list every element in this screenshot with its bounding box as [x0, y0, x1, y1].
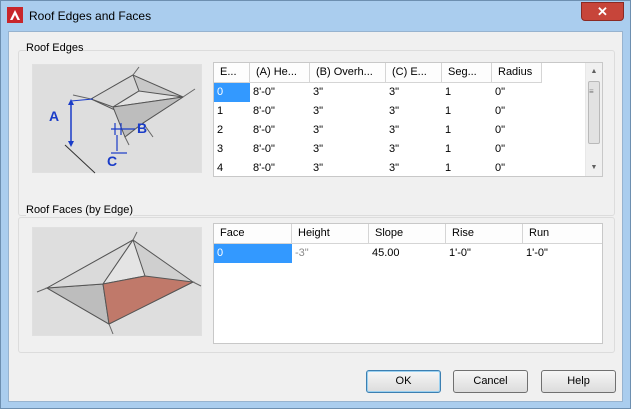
edge-cell[interactable]: 3 [214, 140, 250, 159]
edge-cell[interactable]: 0" [492, 102, 542, 121]
col-slope-header[interactable]: Slope [369, 224, 446, 244]
close-button[interactable]: ✕ [581, 2, 624, 21]
label-a: A [49, 108, 59, 124]
window-title: Roof Edges and Faces [29, 9, 152, 23]
edge-cell[interactable]: 1 [442, 159, 492, 176]
roof-face-diagram [36, 231, 202, 335]
dialog-client-area: Roof Edges A B C E... (A) He... (B) Over… [8, 31, 623, 402]
edge-row[interactable]: 2 8'-0" 3" 3" 1 0" [214, 121, 542, 140]
highlighted-face [102, 275, 195, 325]
col-segments-header[interactable]: Seg... [442, 63, 492, 83]
edge-cell[interactable]: 0" [492, 159, 542, 176]
edge-cell[interactable]: 0" [492, 140, 542, 159]
col-radius-header[interactable]: Radius [492, 63, 542, 83]
col-run-header[interactable]: Run [523, 224, 602, 244]
label-c: C [107, 153, 117, 169]
face-cell[interactable]: 1'-0" [523, 244, 602, 263]
roof-faces-label: Roof Faces (by Edge) [26, 204, 133, 216]
edge-cell[interactable]: 3" [310, 102, 386, 121]
roof-edges-illustration: A B C [32, 64, 202, 174]
edge-cell[interactable]: 8'-0" [250, 83, 310, 102]
roof-faces-grid[interactable]: Face Height Slope Rise Run 0 -3" 45.00 1'-0… [213, 223, 603, 344]
col-edge-header[interactable]: E... [214, 63, 250, 83]
dialog-window: Roof Edges and Faces ✕ Roof Edges A B C … [0, 0, 631, 409]
roof-faces-illustration [32, 227, 202, 336]
edge-cell[interactable]: 8'-0" [250, 140, 310, 159]
edge-cell[interactable]: 0" [492, 121, 542, 140]
roof-edges-grid[interactable]: E... (A) He... (B) Overh... (C) E... Seg… [213, 62, 603, 177]
edge-cell[interactable]: 3" [310, 83, 386, 102]
edge-cell[interactable]: 3" [386, 121, 442, 140]
edge-cell[interactable]: 3" [310, 121, 386, 140]
edge-cell[interactable]: 3" [386, 102, 442, 121]
edge-row[interactable]: 1 8'-0" 3" 3" 1 0" [214, 102, 542, 121]
edge-row[interactable]: 3 8'-0" 3" 3" 1 0" [214, 140, 542, 159]
edge-cell[interactable]: 3" [386, 159, 442, 176]
face-cell[interactable]: 45.00 [369, 244, 446, 263]
edge-cell[interactable]: 2 [214, 121, 250, 140]
cancel-button[interactable]: Cancel [453, 370, 528, 393]
roof-edge-diagram: A B C [49, 66, 196, 174]
scroll-up-icon[interactable]: ▲ [586, 63, 602, 80]
face-row[interactable]: 0 -3" 45.00 1'-0" 1'-0" [214, 244, 602, 263]
roof-edges-header: E... (A) He... (B) Overh... (C) E... Seg… [214, 63, 542, 83]
roof-edges-scrollbar[interactable]: ▲ ≡ ▼ [585, 63, 602, 176]
label-b: B [137, 120, 147, 136]
edge-cell[interactable]: 1 [442, 83, 492, 102]
col-fheight-header[interactable]: Height [292, 224, 369, 244]
col-eave-header[interactable]: (C) E... [386, 63, 442, 83]
edge-row[interactable]: 0 8'-0" 3" 3" 1 0" [214, 83, 542, 102]
edge-cell[interactable]: 3" [310, 159, 386, 176]
edge-cell[interactable]: 1 [442, 121, 492, 140]
edge-cell[interactable]: 1 [442, 140, 492, 159]
edge-cell[interactable]: 3" [386, 140, 442, 159]
face-cell[interactable]: -3" [292, 244, 369, 263]
edge-cell[interactable]: 1 [442, 102, 492, 121]
roof-faces-header: Face Height Slope Rise Run [214, 224, 602, 244]
title-bar[interactable]: Roof Edges and Faces ✕ [1, 1, 630, 31]
scroll-down-icon[interactable]: ▼ [586, 159, 602, 176]
ok-button[interactable]: OK [366, 370, 441, 393]
col-overhang-header[interactable]: (B) Overh... [310, 63, 386, 83]
edge-cell[interactable]: 0 [214, 83, 250, 102]
col-height-header[interactable]: (A) He... [250, 63, 310, 83]
edge-cell[interactable]: 8'-0" [250, 159, 310, 176]
edge-row[interactable]: 4 8'-0" 3" 3" 1 0" [214, 159, 542, 176]
edge-cell[interactable]: 1 [214, 102, 250, 121]
col-face-header[interactable]: Face [214, 224, 292, 244]
face-cell[interactable]: 1'-0" [446, 244, 523, 263]
help-button[interactable]: Help [541, 370, 616, 393]
roof-edges-label: Roof Edges [26, 42, 84, 54]
col-rise-header[interactable]: Rise [446, 224, 523, 244]
scroll-grip-icon: ≡ [589, 87, 594, 96]
edge-cell[interactable]: 3" [386, 83, 442, 102]
face-cell[interactable]: 0 [214, 244, 292, 263]
edge-cell[interactable]: 0" [492, 83, 542, 102]
edge-cell[interactable]: 8'-0" [250, 102, 310, 121]
edge-cell[interactable]: 8'-0" [250, 121, 310, 140]
autocad-logo-icon [7, 7, 23, 23]
edge-cell[interactable]: 4 [214, 159, 250, 176]
edge-cell[interactable]: 3" [310, 140, 386, 159]
